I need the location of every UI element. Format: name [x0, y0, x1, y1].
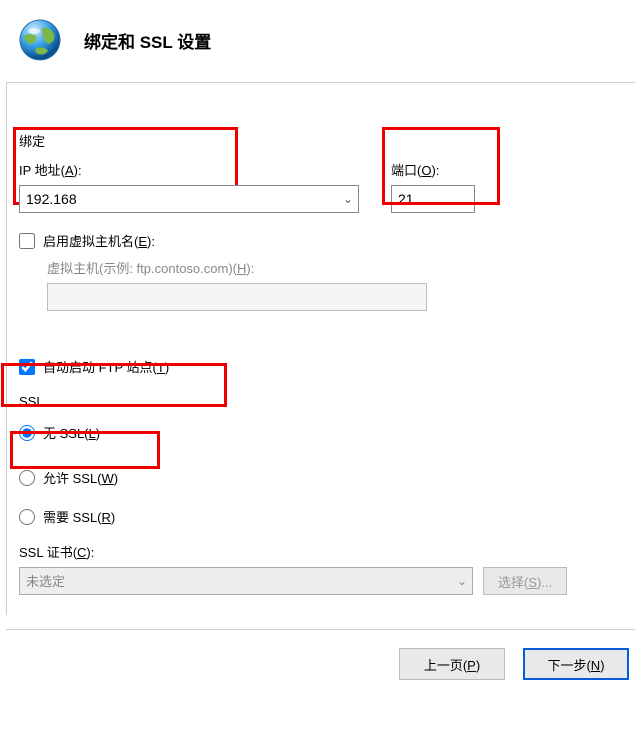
- autostart-label: 自动启动 FTP 站点(T): [43, 357, 169, 376]
- ip-address-combo[interactable]: ⌄: [19, 185, 359, 213]
- ssl-cert-label: SSL 证书(C):: [19, 542, 623, 561]
- ssl-section-label: SSL: [19, 394, 623, 409]
- ssl-cert-combo[interactable]: 未选定 ⌄: [19, 567, 473, 595]
- port-input[interactable]: [391, 185, 475, 213]
- vhost-checkbox-row: 启用虚拟主机名(E):: [19, 231, 623, 250]
- dialog-footer: 上一页(P) 下一步(N): [6, 629, 635, 698]
- allow-ssl-row: 允许 SSL(W): [19, 468, 623, 487]
- binding-section-label: 绑定: [19, 131, 623, 150]
- require-ssl-label: 需要 SSL(R): [43, 507, 115, 526]
- no-ssl-radio[interactable]: [19, 425, 35, 441]
- next-button[interactable]: 下一步(N): [523, 648, 629, 680]
- port-field-group: 端口(O):: [391, 160, 475, 213]
- vhost-hint-label: 虚拟主机(示例: ftp.contoso.com)(H):: [47, 258, 623, 277]
- allow-ssl-radio[interactable]: [19, 470, 35, 486]
- dialog-title: 绑定和 SSL 设置: [84, 28, 211, 53]
- autostart-checkbox[interactable]: [19, 359, 35, 375]
- port-label: 端口(O):: [391, 160, 475, 179]
- require-ssl-radio[interactable]: [19, 509, 35, 525]
- dialog-header: 绑定和 SSL 设置: [0, 0, 641, 82]
- vhost-input: [47, 283, 427, 311]
- ip-address-label: IP 地址(A):: [19, 160, 359, 179]
- allow-ssl-label: 允许 SSL(W): [43, 468, 118, 487]
- ssl-cert-selected: 未选定: [19, 567, 473, 595]
- autostart-row: 自动启动 FTP 站点(T): [19, 357, 623, 376]
- enable-vhost-checkbox[interactable]: [19, 233, 35, 249]
- no-ssl-label: 无 SSL(L): [43, 423, 100, 442]
- no-ssl-row: 无 SSL(L): [19, 423, 623, 442]
- require-ssl-row: 需要 SSL(R): [19, 507, 623, 526]
- previous-button[interactable]: 上一页(P): [399, 648, 505, 680]
- select-cert-button: 选择(S)...: [483, 567, 567, 595]
- ip-field-group: IP 地址(A): ⌄: [19, 160, 359, 213]
- ip-address-input[interactable]: [19, 185, 359, 213]
- enable-vhost-label: 启用虚拟主机名(E):: [43, 231, 155, 250]
- globe-icon: [18, 18, 62, 62]
